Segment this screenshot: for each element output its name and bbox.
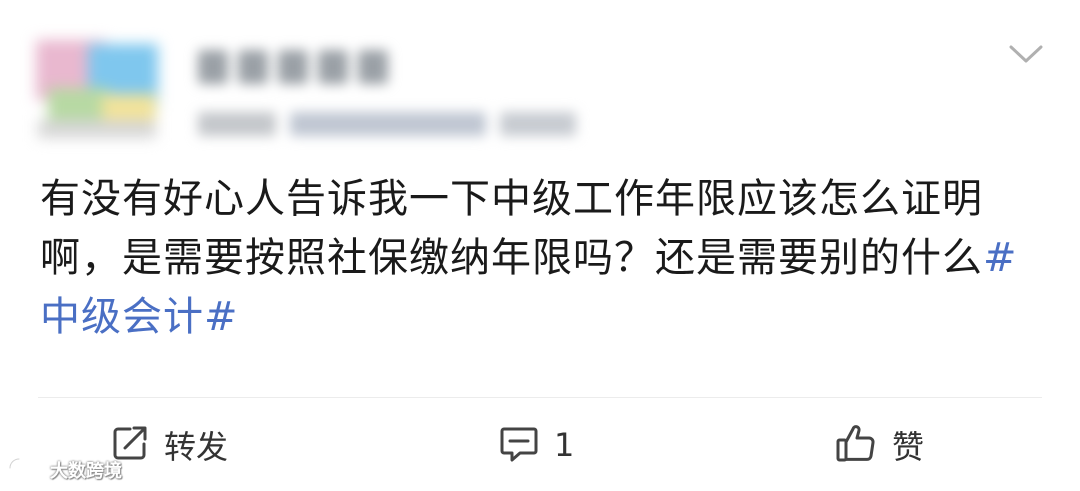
watermark: 大数跨境 (6, 455, 122, 485)
comment-button[interactable]: 1 (498, 418, 574, 472)
post-body: 有没有好心人告诉我一下中级工作年限应该怎么证明啊，是需要按照社保缴纳年限吗？还是… (40, 170, 1040, 347)
post-text: 有没有好心人告诉我一下中级工作年限应该怎么证明啊，是需要按照社保缴纳年限吗？还是… (40, 176, 983, 281)
repost-button[interactable]: 转发 (110, 418, 228, 472)
watermark-text: 大数跨境 (50, 461, 122, 482)
divider (38, 397, 1042, 398)
like-label: 赞 (892, 428, 925, 466)
like-button[interactable]: 赞 (834, 418, 924, 472)
thumbs-up-icon (834, 421, 878, 469)
comment-count: 1 (554, 426, 575, 464)
comment-bubble-icon (498, 423, 540, 467)
username-blurred[interactable] (198, 50, 388, 90)
weibo-post-card: 有没有好心人告诉我一下中级工作年限应该怎么证明啊，是需要按照社保缴纳年限吗？还是… (0, 0, 1080, 491)
watermark-logo-icon (6, 455, 46, 485)
repost-label: 转发 (164, 428, 229, 466)
post-meta-blurred (198, 112, 576, 140)
avatar[interactable] (28, 34, 160, 140)
chevron-down-icon[interactable] (1008, 40, 1044, 68)
